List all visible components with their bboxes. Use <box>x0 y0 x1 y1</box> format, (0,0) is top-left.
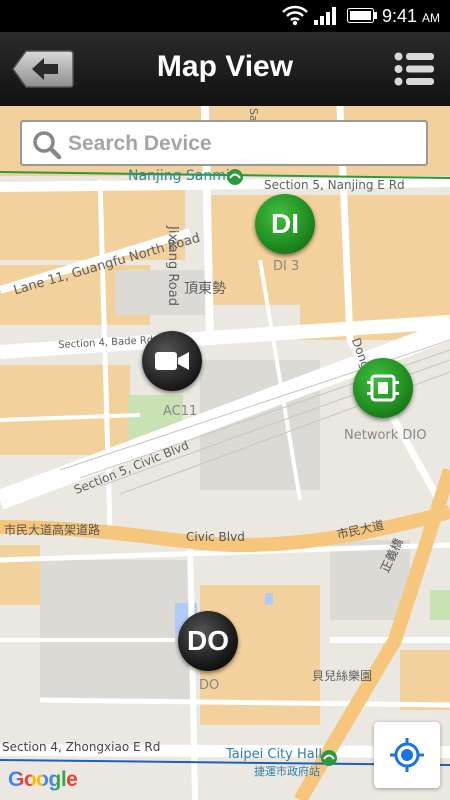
status-bar: 9:41 AM <box>0 0 450 32</box>
search-placeholder: Search Device <box>68 132 212 155</box>
device-label-ac: AC11 <box>163 404 198 419</box>
map-label-civic-blvd: Civic Blvd <box>186 530 245 544</box>
time-value: 9:41 <box>381 6 417 26</box>
map-label-taipei-city-hall: Taipei City Hall <box>226 747 322 762</box>
app-bar: Map View <box>0 32 450 106</box>
page-title: Map View <box>156 50 294 83</box>
map-background <box>0 106 450 800</box>
map-label-section5-nanjing: Section 5, Nanjing E Rd <box>264 178 405 192</box>
device-label-di3: DI 3 <box>273 259 300 274</box>
di-marker-icon: DI <box>271 208 299 239</box>
map-label-dingdongshi: 頂東勢 <box>184 281 226 297</box>
list-icon <box>394 52 434 86</box>
device-label-do: DO <box>199 678 220 693</box>
google-logo-text: Google <box>8 768 78 791</box>
metro-station-icon <box>321 750 337 766</box>
menu-button[interactable] <box>394 52 434 86</box>
video-camera-icon <box>155 352 189 370</box>
status-time: 9:41 AM <box>382 6 440 27</box>
device-marker-do[interactable]: DO <box>178 611 238 671</box>
map-label-city-hall-zh: 捷運市政府站 <box>254 765 320 778</box>
my-location-button[interactable] <box>374 722 440 788</box>
do-marker-icon: DO <box>187 625 229 656</box>
map-label-beierxi: 貝兒絲樂園 <box>312 669 373 683</box>
device-label-network-dio: Network DIO <box>344 428 427 443</box>
io-module-icon <box>367 374 399 402</box>
device-marker-network-dio[interactable] <box>353 358 413 418</box>
device-marker-di3[interactable]: DI <box>255 194 315 254</box>
search-box[interactable]: Search Device <box>20 120 428 166</box>
wifi-icon <box>282 5 308 26</box>
search-icon <box>33 131 62 160</box>
map-label-civic-elevated-zh: 市民大道高架道路 <box>4 523 101 537</box>
google-logo: Google <box>8 768 78 792</box>
map-label-nanjing-sanmin: Nanjing Sanmin <box>128 168 239 184</box>
signal-icon <box>314 7 336 25</box>
map-area[interactable]: Nanjing Sanmin Section 5, Nanjing E Rd J… <box>0 106 450 800</box>
map-label-section4-zhongxiao: Section 4, Zhongxiao E Rd <box>2 740 161 754</box>
device-marker-camera[interactable] <box>142 331 202 391</box>
metro-station-icon <box>227 169 243 185</box>
battery-icon <box>347 8 377 23</box>
my-location-icon <box>390 738 424 772</box>
time-ampm: AM <box>422 11 440 25</box>
